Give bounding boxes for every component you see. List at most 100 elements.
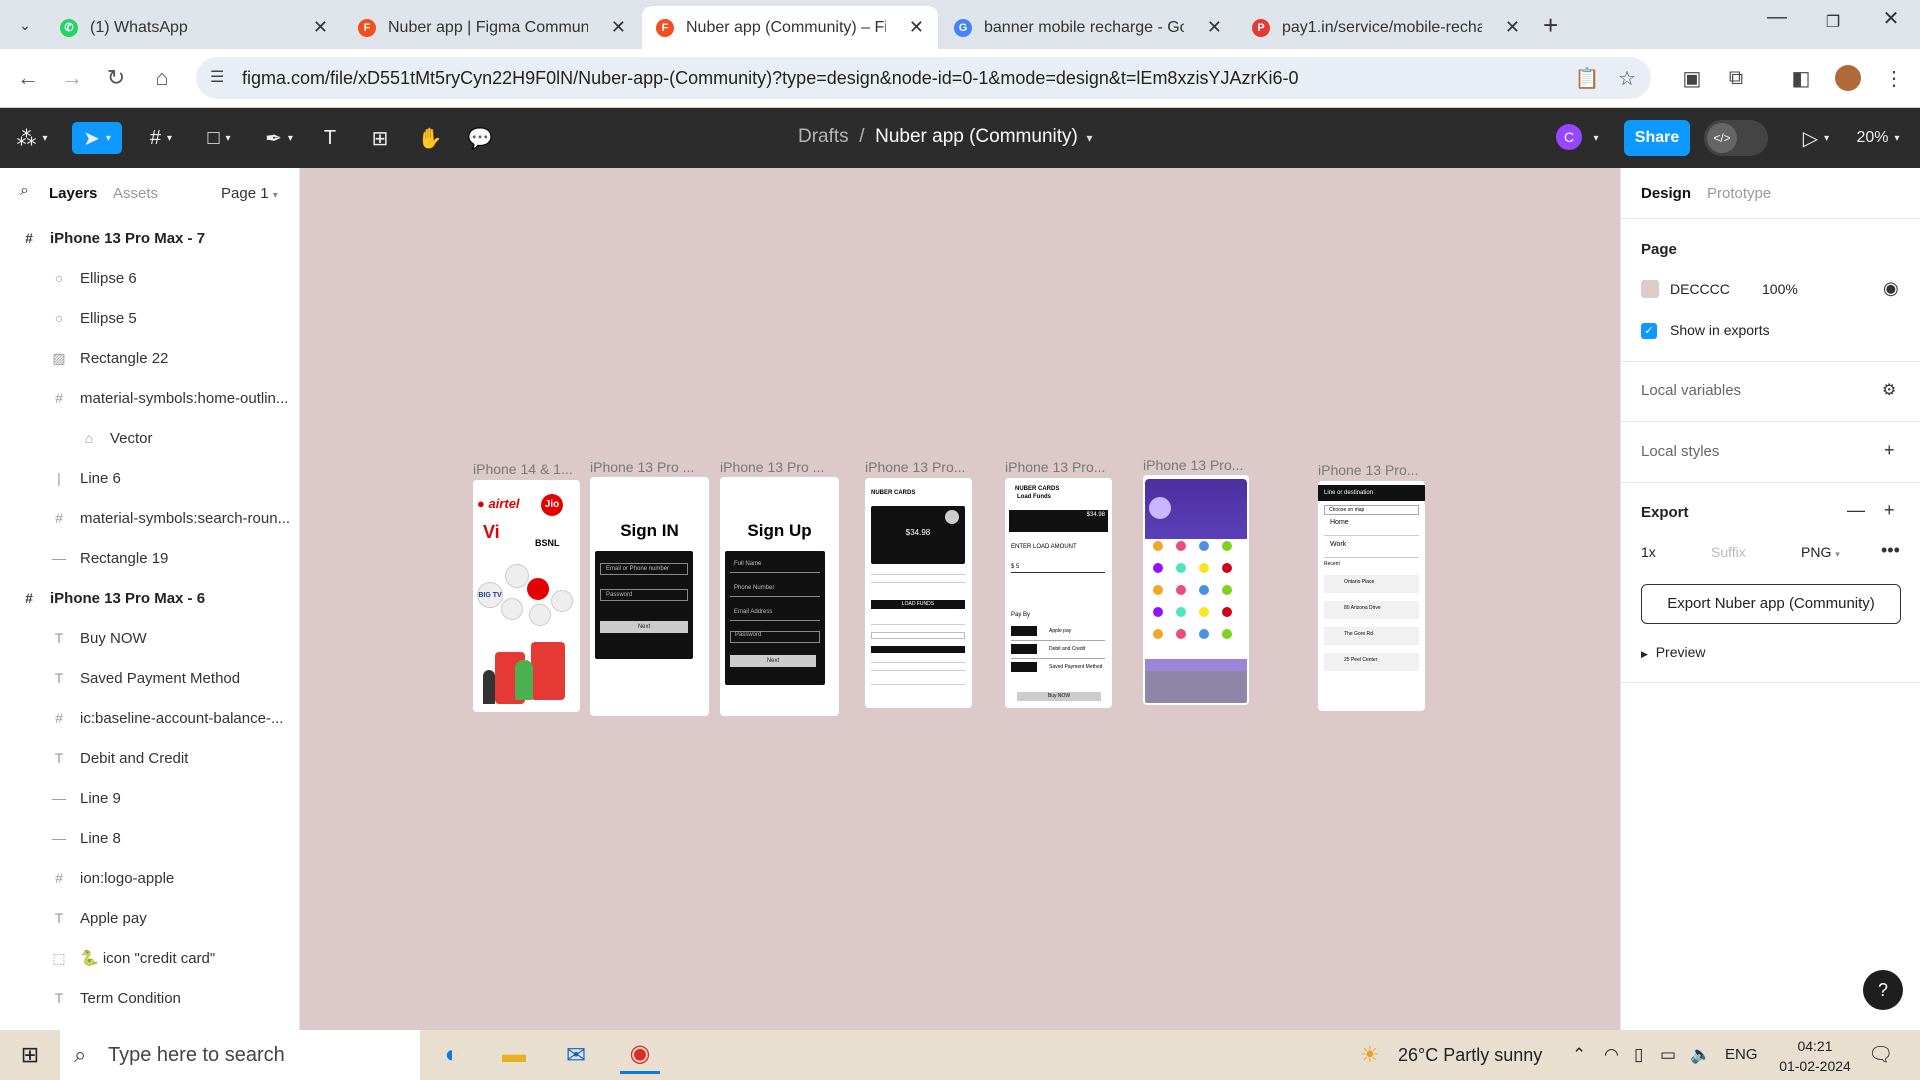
frame-sign-up[interactable]: Sign Up Full Name Phone Number Email Add…: [720, 477, 839, 716]
bookmark-star-icon[interactable]: ☆: [1613, 64, 1641, 92]
chevron-down-icon[interactable]: ▾: [1586, 122, 1606, 154]
tab-whatsapp[interactable]: ✆ (1) WhatsApp ✕: [46, 6, 342, 49]
reload-icon[interactable]: ↻: [100, 62, 132, 94]
close-icon[interactable]: ✕: [611, 17, 626, 38]
layer-row[interactable]: ⬚ 🐍 icon "credit card": [0, 938, 299, 978]
chrome-icon[interactable]: ◉: [620, 1036, 660, 1074]
minimize-icon[interactable]: —: [1757, 6, 1797, 29]
layer-row[interactable]: # material-symbols:search-roun...: [0, 498, 299, 538]
tab-design[interactable]: Design: [1641, 185, 1691, 202]
tab-pay1[interactable]: P pay1.in/service/mobile-recharg ✕: [1238, 6, 1534, 49]
tab-assets[interactable]: Assets: [113, 185, 158, 202]
layer-row[interactable]: | Line 6: [0, 458, 299, 498]
phone-link-icon[interactable]: ▯: [1634, 1030, 1643, 1080]
layer-row[interactable]: ⌂ Vector: [0, 418, 299, 458]
weather-text[interactable]: 26°C Partly sunny: [1398, 1030, 1542, 1080]
restore-icon[interactable]: ❐: [1813, 12, 1853, 32]
layer-row[interactable]: — Line 8: [0, 818, 299, 858]
local-styles-label[interactable]: Local styles: [1641, 443, 1719, 460]
frame-sign-in[interactable]: Sign IN Email or Phone number Password N…: [590, 477, 709, 716]
frame-recharge-banner[interactable]: ● airtel Jio Vi BSNL BIG TV: [473, 480, 580, 712]
more-menu-icon[interactable]: ⋮: [1880, 64, 1908, 92]
windows-start-icon[interactable]: ⊞: [10, 1036, 50, 1074]
add-export-icon[interactable]: +: [1884, 500, 1895, 521]
resources-icon[interactable]: ⊞: [364, 122, 396, 154]
close-icon[interactable]: ✕: [909, 17, 924, 38]
frame-label[interactable]: iPhone 13 Pro...: [1005, 459, 1105, 475]
tab-google[interactable]: G banner mobile recharge - Goog ✕: [940, 6, 1236, 49]
comment-tool-icon[interactable]: 💬: [464, 122, 496, 154]
battery-icon[interactable]: ▭: [1660, 1030, 1676, 1080]
frame-dashboard[interactable]: [1143, 475, 1249, 705]
dev-mode-toggle[interactable]: </>: [1704, 120, 1768, 156]
layer-row[interactable]: # iPhone 13 Pro Max - 7: [0, 218, 299, 258]
avatar[interactable]: C: [1556, 124, 1582, 150]
extensions-icon[interactable]: ⧉: [1722, 64, 1750, 92]
variables-settings-icon[interactable]: ⚙: [1882, 380, 1896, 400]
clock-date[interactable]: 01-02-2024: [1770, 1056, 1860, 1076]
zoom-dropdown[interactable]: 20% ▾: [1848, 122, 1908, 154]
frame-load-funds[interactable]: NUBER CARDS Load Funds $34.98 ENTER LOAD…: [1005, 478, 1112, 708]
home-icon[interactable]: ⌂: [146, 62, 178, 94]
share-button[interactable]: Share: [1624, 120, 1690, 156]
page-color-value[interactable]: DECCCC: [1670, 281, 1730, 297]
breadcrumb-parent[interactable]: Drafts: [798, 126, 849, 147]
hand-tool-icon[interactable]: ✋: [414, 122, 446, 154]
main-menu-icon[interactable]: ⁂ ▾: [12, 122, 52, 154]
local-variables-label[interactable]: Local variables: [1641, 382, 1741, 399]
layer-row[interactable]: T Apple pay: [0, 898, 299, 938]
page-color-swatch[interactable]: [1641, 280, 1659, 298]
text-tool-icon[interactable]: T: [314, 122, 346, 154]
wifi-icon[interactable]: ◠: [1604, 1030, 1619, 1080]
export-suffix-field[interactable]: Suffix: [1711, 544, 1746, 560]
show-in-exports-checkbox[interactable]: ✓: [1641, 323, 1657, 339]
frame-label[interactable]: iPhone 13 Pro...: [1318, 462, 1418, 478]
export-format-dropdown[interactable]: PNG ▾: [1801, 544, 1840, 560]
export-scale-field[interactable]: 1x: [1641, 544, 1656, 560]
present-icon[interactable]: ▷ ▾: [1796, 122, 1836, 154]
language-indicator[interactable]: ENG: [1725, 1030, 1758, 1080]
taskbar-search[interactable]: ⌕ Type here to search: [60, 1030, 420, 1080]
layer-row[interactable]: ○ Ellipse 5: [0, 298, 299, 338]
clock-time[interactable]: 04:21: [1770, 1036, 1860, 1056]
side-panel-icon[interactable]: ◧: [1787, 64, 1815, 92]
preview-toggle[interactable]: ▶ Preview: [1641, 644, 1706, 660]
address-bar[interactable]: ☰ figma.com/file/xD551tMt5ryCyn22H9F0lN/…: [196, 57, 1651, 99]
help-button[interactable]: ?: [1863, 970, 1903, 1010]
layer-row[interactable]: T Saved Payment Method: [0, 658, 299, 698]
frame-nuber-cards[interactable]: NUBER CARDS $34.98 LOAD FUNDS: [865, 478, 972, 708]
frame-label[interactable]: iPhone 13 Pro ...: [590, 459, 694, 475]
new-tab-button[interactable]: +: [1543, 10, 1558, 41]
file-explorer-icon[interactable]: ▬: [494, 1036, 534, 1074]
tab-layers[interactable]: Layers: [49, 185, 97, 202]
notifications-icon[interactable]: 🗨: [1868, 1030, 1893, 1080]
layer-row[interactable]: ○ Ellipse 6: [0, 258, 299, 298]
layer-row[interactable]: — Rectangle 19: [0, 538, 299, 578]
clipboard-icon[interactable]: 📋: [1573, 64, 1601, 92]
add-style-icon[interactable]: +: [1884, 440, 1895, 461]
volume-icon[interactable]: 🔈: [1690, 1030, 1711, 1080]
export-settings-icon[interactable]: •••: [1881, 540, 1900, 561]
breadcrumb[interactable]: Drafts / Nuber app (Community) ▾: [798, 126, 1092, 148]
eye-icon[interactable]: ◉: [1883, 278, 1899, 299]
file-name[interactable]: Nuber app (Community): [875, 126, 1078, 147]
frame-label[interactable]: iPhone 13 Pro ...: [720, 459, 824, 475]
close-icon[interactable]: ✕: [1207, 17, 1222, 38]
site-info-icon[interactable]: ☰: [210, 57, 224, 99]
tab-figma-file[interactable]: F Nuber app (Community) – Figma ✕: [642, 6, 938, 49]
layer-row[interactable]: T Buy NOW: [0, 618, 299, 658]
profile-avatar[interactable]: [1835, 65, 1861, 91]
frame-label[interactable]: iPhone 14 & 1...: [473, 461, 573, 477]
layer-row[interactable]: ▨ Rectangle 22: [0, 338, 299, 378]
tab-prototype[interactable]: Prototype: [1707, 185, 1771, 202]
close-icon[interactable]: ✕: [1505, 17, 1520, 38]
frame-label[interactable]: iPhone 13 Pro...: [865, 459, 965, 475]
layer-row[interactable]: # iPhone 13 Pro Max - 6: [0, 578, 299, 618]
weather-icon[interactable]: ☀: [1360, 1030, 1380, 1080]
chevron-down-icon[interactable]: ▾: [1083, 131, 1092, 145]
tab-search-button[interactable]: ⌄: [10, 10, 40, 40]
layer-row[interactable]: # ic:baseline-account-balance-...: [0, 698, 299, 738]
pen-tool-icon[interactable]: ✒ ▾: [258, 122, 300, 154]
edge-icon[interactable]: ◐: [432, 1036, 472, 1074]
chevron-up-icon[interactable]: ⌃: [1572, 1030, 1586, 1080]
